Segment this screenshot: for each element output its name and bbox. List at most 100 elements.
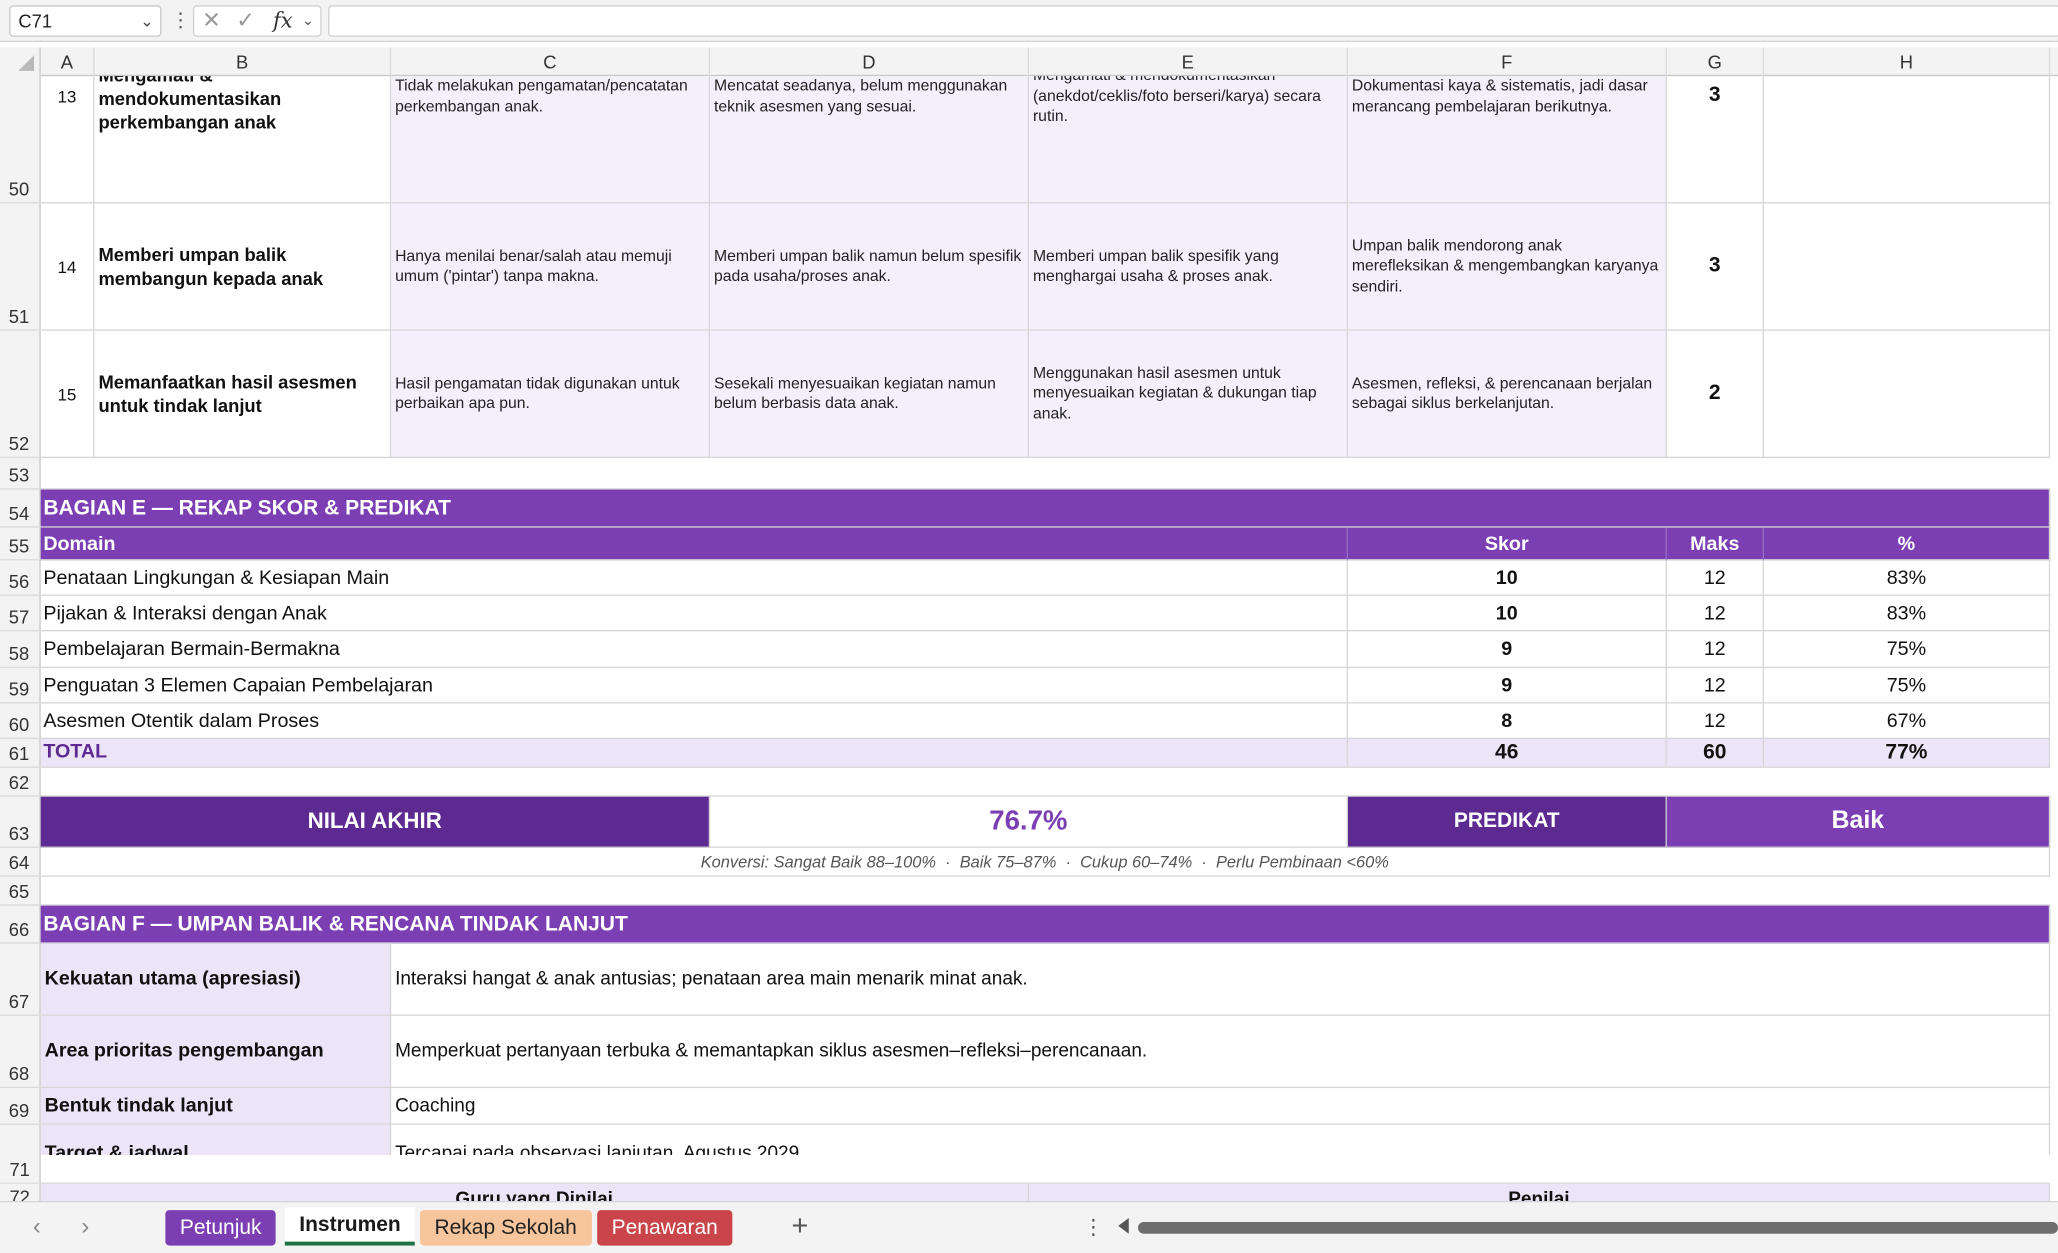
row-header[interactable]: 64 — [0, 848, 41, 877]
total-percent[interactable]: 77% — [1764, 738, 2051, 768]
criteria-level-4[interactable]: Umpan balik mendorong anak merefleksikan… — [1347, 203, 1667, 331]
maks-header[interactable]: Maks — [1666, 527, 1764, 561]
notes-cell[interactable] — [1764, 330, 2051, 459]
criteria-number[interactable]: 13 — [40, 76, 95, 204]
column-header-b[interactable]: B — [95, 47, 392, 77]
empty-row[interactable] — [40, 458, 2051, 490]
criteria-number[interactable]: 15 — [40, 330, 95, 459]
predikat-value[interactable]: Baik — [1666, 796, 2051, 848]
name-box[interactable]: C71 ⌄ — [9, 5, 162, 37]
criteria-aspect[interactable]: Mengamati & mendokumentasikan perkembang… — [94, 76, 392, 204]
row-header[interactable]: 57 — [0, 596, 41, 632]
column-header-h[interactable]: H — [1764, 47, 2051, 77]
sheet-tab-penawaran[interactable]: Penawaran — [597, 1210, 733, 1246]
feedback-label[interactable]: Bentuk tindak lanjut — [40, 1088, 392, 1125]
domain-percent[interactable]: 75% — [1764, 631, 2051, 669]
criteria-number[interactable]: 14 — [40, 203, 95, 331]
sheet-tab-instrumen[interactable]: Instrumen — [284, 1207, 416, 1246]
domain-name[interactable]: Pijakan & Interaksi dengan Anak — [40, 595, 1348, 632]
domain-skor[interactable]: 10 — [1347, 595, 1667, 632]
domain-maks[interactable]: 12 — [1666, 595, 1764, 632]
domain-header[interactable]: Domain — [40, 527, 1348, 561]
row-header[interactable]: 55 — [0, 528, 41, 561]
row-header[interactable]: 58 — [0, 631, 41, 669]
criteria-level-2[interactable]: Memberi umpan balik namun belum spesifik… — [710, 203, 1029, 331]
empty-row[interactable] — [40, 768, 2051, 797]
domain-maks[interactable]: 12 — [1666, 668, 1764, 704]
domain-name[interactable]: Penguatan 3 Elemen Capaian Pembelajaran — [40, 668, 1348, 704]
feedback-label[interactable]: Kekuatan utama (apresiasi) — [40, 943, 392, 1016]
row-header[interactable]: 56 — [0, 560, 41, 596]
empty-row[interactable] — [40, 1155, 2051, 1184]
column-header-f[interactable]: F — [1348, 47, 1667, 77]
domain-name[interactable]: Penataan Lingkungan & Kesiapan Main — [40, 560, 1348, 596]
more-options-icon[interactable]: ⋮ — [171, 8, 191, 31]
sheet-tab-rekap-sekolah[interactable]: Rekap Sekolah — [420, 1210, 592, 1246]
total-skor[interactable]: 46 — [1347, 738, 1667, 768]
row-header[interactable]: 59 — [0, 668, 41, 704]
row-header[interactable]: 61 — [0, 739, 41, 768]
column-header-c[interactable]: C — [391, 47, 711, 77]
signature-penilai[interactable]: Penilai — [1029, 1183, 2051, 1201]
row-header[interactable]: 60 — [0, 704, 41, 739]
empty-row[interactable] — [40, 877, 2051, 906]
row-header[interactable]: 54 — [0, 490, 41, 528]
criteria-score[interactable]: 2 — [1666, 330, 1764, 459]
notes-cell[interactable] — [1764, 203, 2051, 331]
chevron-down-icon[interactable]: ⌄ — [302, 12, 314, 29]
horizontal-scrollbar[interactable] — [1137, 1221, 2058, 1234]
predikat-label[interactable]: PREDIKAT — [1347, 796, 1667, 848]
criteria-score[interactable]: 3 — [1666, 76, 1764, 204]
criteria-aspect[interactable]: Memanfaatkan hasil asesmen untuk tindak … — [94, 330, 392, 459]
column-header-g[interactable]: G — [1667, 47, 1764, 77]
column-header-a[interactable]: A — [41, 47, 95, 77]
criteria-level-3[interactable]: Memberi umpan balik spesifik yang mengha… — [1029, 203, 1348, 331]
total-maks[interactable]: 60 — [1666, 738, 1764, 768]
criteria-aspect[interactable]: Memberi umpan balik membangun kepada ana… — [94, 203, 392, 331]
sheet-tab-petunjuk[interactable]: Petunjuk — [165, 1210, 276, 1246]
criteria-level-1[interactable]: Hanya menilai benar/salah atau memuji um… — [391, 203, 711, 331]
total-label[interactable]: TOTAL — [40, 738, 1348, 768]
cancel-icon[interactable]: ✕ — [202, 8, 221, 34]
domain-skor[interactable]: 9 — [1347, 631, 1667, 669]
row-header[interactable]: 71 — [0, 1155, 41, 1184]
more-options-icon[interactable]: ⋮ — [1083, 1214, 1104, 1240]
section-f-title[interactable]: BAGIAN F — UMPAN BALIK & RENCANA TINDAK … — [40, 905, 2051, 944]
section-e-title[interactable]: BAGIAN E — REKAP SKOR & PREDIKAT — [40, 489, 2051, 528]
domain-percent[interactable]: 83% — [1764, 560, 2051, 596]
percent-header[interactable]: % — [1764, 527, 2051, 561]
nilai-akhir-label[interactable]: NILAI AKHIR — [40, 796, 711, 848]
row-header[interactable]: 53 — [0, 458, 41, 490]
domain-skor[interactable]: 10 — [1347, 560, 1667, 596]
skor-header[interactable]: Skor — [1347, 527, 1667, 561]
domain-percent[interactable]: 83% — [1764, 595, 2051, 632]
domain-skor[interactable]: 9 — [1347, 668, 1667, 704]
feedback-label[interactable]: Area prioritas pengembangan — [40, 1015, 392, 1089]
domain-maks[interactable]: 12 — [1666, 631, 1764, 669]
konversi-note[interactable]: Konversi: Sangat Baik 88–100% · Baik 75–… — [40, 847, 2051, 877]
formula-input[interactable] — [328, 5, 2058, 37]
scroll-left-arrow-icon[interactable] — [1118, 1218, 1129, 1234]
domain-name[interactable]: Asesmen Otentik dalam Proses — [40, 703, 1348, 739]
row-header[interactable]: 63 — [0, 797, 41, 848]
row-header[interactable]: 52 — [0, 331, 41, 459]
row-header[interactable]: 66 — [0, 906, 41, 944]
criteria-level-2[interactable]: Mencatat seadanya, belum menggunakan tek… — [710, 76, 1029, 204]
row-header[interactable]: 50 — [0, 76, 41, 204]
row-header[interactable]: 51 — [0, 203, 41, 331]
criteria-level-1[interactable]: Hasil pengamatan tidak digunakan untuk p… — [391, 330, 711, 459]
criteria-level-3[interactable]: Menggunakan hasil asesmen untuk menyesua… — [1029, 330, 1348, 459]
domain-name[interactable]: Pembelajaran Bermain-Bermakna — [40, 631, 1348, 669]
row-header[interactable]: 72 — [0, 1183, 41, 1201]
column-header-e[interactable]: E — [1029, 47, 1348, 77]
criteria-level-3[interactable]: Mengamati & mendokumentasikan (anekdot/c… — [1029, 76, 1348, 204]
signature-guru[interactable]: Guru yang Dinilai — [40, 1183, 1029, 1201]
notes-cell[interactable] — [1764, 76, 2051, 204]
row-header[interactable]: 68 — [0, 1016, 41, 1089]
nilai-akhir-value[interactable]: 76.7% — [710, 796, 1348, 848]
criteria-level-1[interactable]: Tidak melakukan pengamatan/pencatatan pe… — [391, 76, 711, 204]
column-header-d[interactable]: D — [710, 47, 1029, 77]
row-header[interactable]: 62 — [0, 768, 41, 797]
insert-function-icon[interactable]: fx — [273, 8, 293, 33]
scroll-tabs-right-icon[interactable]: › — [81, 1213, 89, 1241]
